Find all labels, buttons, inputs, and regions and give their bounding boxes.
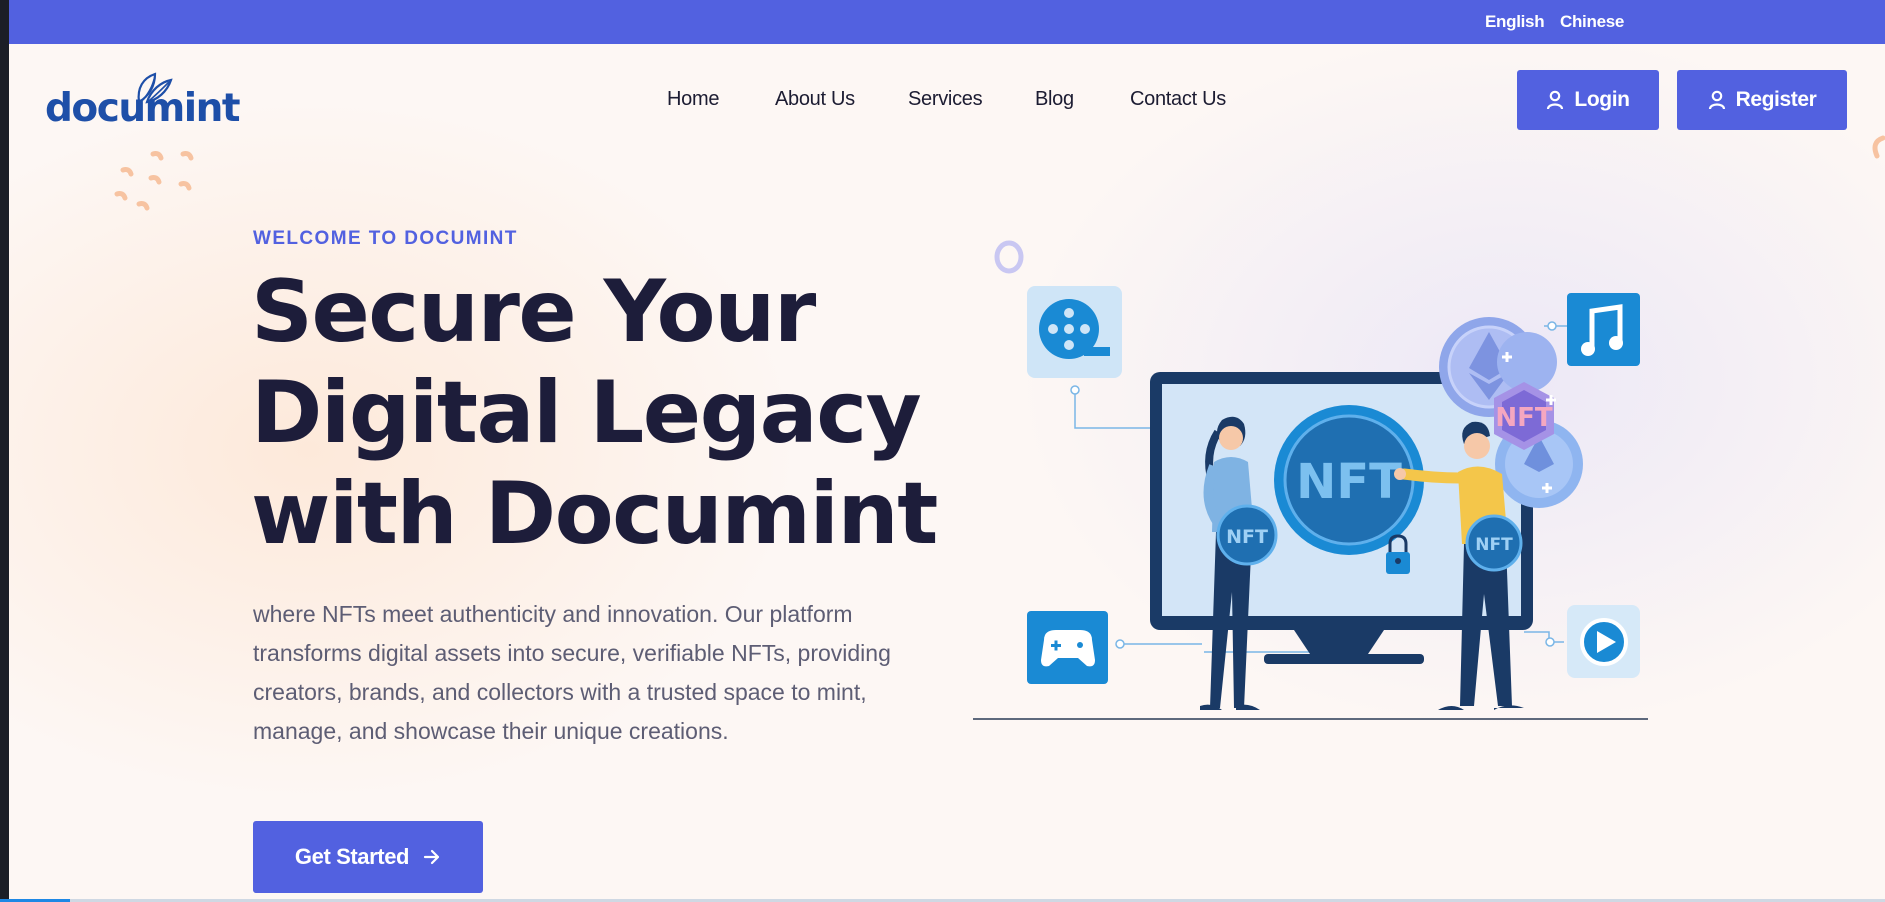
leaf-icon [137,72,173,104]
window-left-edge [0,0,9,902]
get-started-button[interactable]: Get Started [253,821,483,893]
landing-page: English Chinese documint Home About Us S… [9,0,1885,902]
nav-blog[interactable]: Blog [1035,88,1074,111]
hero-title-line-2: Digital Legacy [251,363,922,463]
nav-services[interactable]: Services [908,88,983,111]
register-label: Register [1735,88,1817,111]
play-icon [1567,605,1640,678]
hero-illustration: NFT NFT NFT NFT [973,240,1648,720]
hero-title-line-1: Secure Your [251,262,816,362]
hero-title-line-3: with Documint [251,464,938,564]
orange-curl-icon [1872,135,1885,159]
register-button[interactable]: Register [1677,70,1847,130]
woman-coin-label: NFT [1226,526,1268,548]
nav-about-us[interactable]: About Us [775,88,855,111]
language-bar: English Chinese [9,0,1885,44]
hero-eyebrow: WELCOME TO DOCUMINT [253,228,518,249]
nav-home[interactable]: Home [667,88,719,111]
nft-badge-label: NFT [1495,403,1553,433]
film-reel-icon [1027,286,1122,378]
user-icon [1547,90,1564,110]
language-english-link[interactable]: English [1485,12,1545,32]
login-label: Login [1574,88,1630,111]
music-note-icon [1567,293,1640,366]
user-icon [1708,90,1725,110]
hero-title: Secure Your Digital Legacy with Documint [251,262,951,565]
ring-decoration [994,240,1024,274]
language-chinese-link[interactable]: Chinese [1560,12,1624,32]
nft-coin: NFT [1274,405,1424,555]
login-button[interactable]: Login [1517,70,1659,130]
gamepad-icon [1027,611,1108,684]
arrow-right-icon [423,849,440,865]
hero-description: where NFTs meet authenticity and innovat… [253,601,891,744]
nft-coin-label: NFT [1296,454,1402,510]
nav-contact-us[interactable]: Contact Us [1130,88,1226,111]
man-coin-label: NFT [1475,535,1513,555]
get-started-label: Get Started [294,844,410,869]
decorative-dots-icon [114,151,194,211]
